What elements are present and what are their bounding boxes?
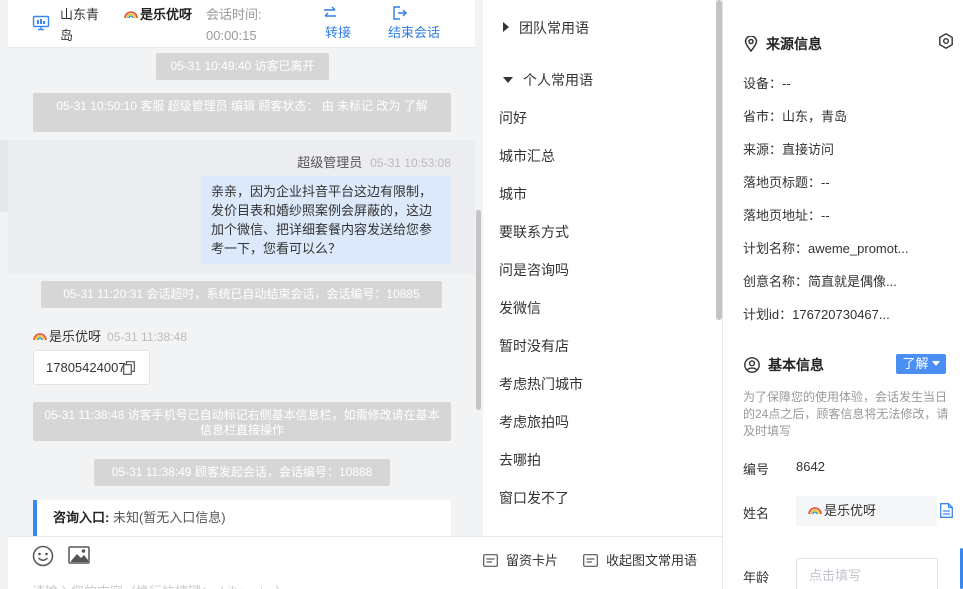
visitor-message-meta: 是乐优呀 05-31 11:38:48 [33,326,187,345]
copy-icon[interactable] [123,361,135,375]
system-message: 05-31 10:50:10 客服 超级管理员 编辑 顾客状态： 由 未标记 改… [33,93,451,132]
caret-down-icon [931,361,940,366]
source-row-plan-name: 计划名称：aweme_promot... [743,241,909,256]
card-icon [483,554,498,567]
transfer-label: 转接 [324,25,351,40]
location-pin-icon [744,35,758,53]
source-row-landing-title: 落地页标题：-- [743,175,830,190]
customer-info-panel: 来源信息 设备：-- 省市：山东，青岛 来源：直接访问 落地页标题：-- 落地页… [724,0,963,589]
personal-phrases-group[interactable]: 个人常用语 [503,70,593,90]
source-row-region: 省市：山东，青岛 [743,109,848,124]
customer-age-input[interactable] [796,558,938,589]
caret-down-icon [503,77,513,83]
emoji-icon[interactable] [32,545,54,567]
session-time-value: 00:00:15 [206,28,257,43]
customer-status-dropdown[interactable]: 了解 [896,354,946,374]
agent-message-meta: 超级管理员 05-31 10:53:08 [297,152,451,171]
transfer-icon [324,6,336,17]
agent-name: 超级管理员 [297,155,363,170]
exit-icon [393,6,407,20]
system-message: 05-31 11:38:49 顾客发起会话，会话编号：10888 [94,459,390,486]
team-phrases-label: 团队常用语 [519,20,589,36]
phrase-item[interactable]: 问是咨询吗 [499,260,569,280]
source-info-title: 来源信息 [744,34,822,54]
rainbow-icon [124,7,138,21]
agent-message-bubble: 亲亲，因为企业抖音平台这边有限制，发价目表和婚纱照案例会屏蔽的，这边加个微信、把… [201,176,451,264]
system-message: 05-31 11:38:48 访客手机号已自动标记右侧基本信息栏，如需修改请在基… [33,402,451,441]
image-icon[interactable] [68,546,90,564]
team-phrases-group[interactable]: 团队常用语 [503,18,589,38]
message-input[interactable]: 请输入您的内容（换行快捷键：shift+enter） [32,581,288,589]
visitor-name: 是乐优呀 [49,329,102,344]
consult-entry-value: 未知(暂无入口信息) [112,510,226,525]
source-row-source: 来源：直接访问 [743,142,835,157]
basic-info-title: 基本信息 [744,355,824,375]
visitor-name-header: 是乐优呀 [124,7,194,23]
personal-phrases-label: 个人常用语 [523,72,593,88]
phrase-item[interactable]: 发微信 [499,298,541,318]
source-row-creative-name: 创意名称：简直就是偶像... [743,274,897,289]
visitor-message-time: 05-31 11:38:48 [107,330,187,344]
quick-phrases-panel: 团队常用语 个人常用语 问好 城市汇总 城市 要联系方式 问是咨询吗 发微信 暂… [483,0,723,589]
chat-panel: 山东青岛 是乐优呀 会话时间: 00:00:15 转接 结束会话 05-31 1… [0,0,483,589]
agent-message-row: 超级管理员 05-31 10:53:08 亲亲，因为企业抖音平台这边有限制，发价目… [8,140,475,274]
edit-deadline-hint: 为了保障您的使用体验，会话发生当日的24点之后，顾客信息将无法修改，请及时填写 [743,390,949,438]
rainbow-icon [808,498,822,515]
customer-code-value: 8642 [796,459,825,474]
lead-card-label: 留资卡片 [506,553,559,568]
chat-header: 山东青岛 是乐优呀 会话时间: 00:00:15 转接 结束会话 [8,0,475,48]
left-edge-strip [0,140,8,212]
collapse-phrases-button[interactable]: 收起图文常用语 [583,550,697,569]
visitor-location: 山东青岛 [60,7,100,43]
source-row-landing-url: 落地页地址：-- [743,208,830,223]
customer-name-label: 姓名 [743,506,770,521]
collapse-phrases-label: 收起图文常用语 [606,553,698,568]
visitor-name-text: 是乐优呀 [140,7,193,22]
customer-code-label: 编号 [743,462,770,477]
phrase-item[interactable]: 城市 [499,184,527,204]
customer-name-value: 是乐优呀 [824,503,877,518]
phrases-scrollbar[interactable] [716,0,722,320]
source-row-plan-id: 计划id：176720730467... [743,307,890,322]
system-message: 05-31 10:49:40 访客已离开 [156,53,329,80]
customer-name-field[interactable]: 是乐优呀 [796,496,937,526]
chat-scrollbar[interactable] [476,210,481,410]
phone-number: 17805424007 [46,360,126,375]
phone-message-bubble: 17805424007 [33,350,150,385]
phrase-item[interactable]: 考虑旅拍吗 [499,412,569,432]
consult-entry-card: 咨询入口: 未知(暂无入口信息) [33,500,451,536]
phrase-item[interactable]: 考虑热门城市 [499,374,583,394]
document-edit-icon[interactable] [940,503,953,518]
phrase-item[interactable]: 问好 [499,108,527,128]
phrase-item[interactable]: 城市汇总 [499,146,555,166]
source-info-label: 来源信息 [766,36,822,52]
settings-icon[interactable] [938,33,954,49]
user-circle-icon [744,357,760,373]
lead-card-button[interactable]: 留资卡片 [483,550,558,569]
session-time-label: 会话时间: [206,7,262,22]
end-session-label: 结束会话 [388,25,441,40]
agent-message-time: 05-31 10:53:08 [370,156,451,170]
card-icon [583,554,598,567]
rainbow-icon [33,329,47,343]
phrase-item[interactable]: 要联系方式 [499,222,569,242]
phrases-footer: 留资卡片 收起图文常用语 [483,536,722,589]
source-row-device: 设备：-- [743,76,791,91]
caret-right-icon [503,22,509,32]
basic-info-label: 基本信息 [768,357,824,373]
monitor-icon [32,15,50,31]
system-message: 05-31 11:20:31 会话超时，系统已自动结束会话，会话编号：10885 [41,281,442,308]
transfer-button[interactable]: 转接 [318,4,358,42]
phrase-item[interactable]: 去哪拍 [499,450,541,470]
consult-entry-label: 咨询入口: [53,510,110,525]
customer-status-value: 了解 [902,356,929,371]
phrase-item[interactable]: 窗口发不了 [499,488,569,508]
end-session-button[interactable]: 结束会话 [388,4,448,42]
customer-age-label: 年龄 [743,570,770,585]
phrase-item[interactable]: 暂时没有店 [499,336,569,356]
message-input-area: 请输入您的内容（换行快捷键：shift+enter） [8,536,483,589]
